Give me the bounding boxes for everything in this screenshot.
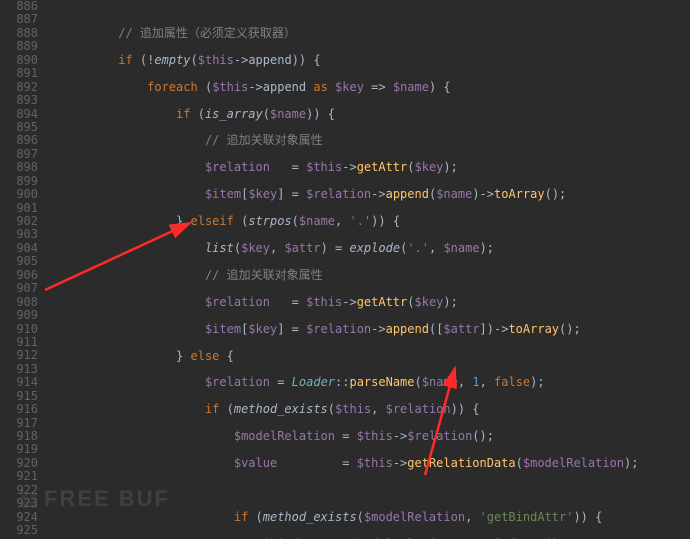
line-number: 892 [4, 81, 38, 94]
line-number: 901 [4, 202, 38, 215]
line-number: 911 [4, 336, 38, 349]
line-number: 919 [4, 443, 38, 456]
line-number: 917 [4, 417, 38, 430]
line-number: 925 [4, 524, 38, 537]
line-number: 899 [4, 175, 38, 188]
line-number: 896 [4, 134, 38, 147]
line-number: 897 [4, 148, 38, 161]
line-number: 908 [4, 296, 38, 309]
line-number: 916 [4, 403, 38, 416]
line-number: 915 [4, 390, 38, 403]
line-number: 898 [4, 161, 38, 174]
line-number: 914 [4, 376, 38, 389]
line-number: 909 [4, 309, 38, 322]
comment: // 追加属性（必须定义获取器） [118, 26, 296, 40]
line-number: 889 [4, 40, 38, 53]
line-number: 894 [4, 108, 38, 121]
line-number: 895 [4, 121, 38, 134]
comment: // 追加关联对象属性 [205, 133, 323, 147]
line-number: 902 [4, 215, 38, 228]
line-number: 921 [4, 470, 38, 483]
line-number: 923 [4, 497, 38, 510]
line-number: 888 [4, 27, 38, 40]
line-number: 890 [4, 54, 38, 67]
line-number: 893 [4, 94, 38, 107]
line-number-gutter: 8868878888898908918928938948958968978988… [0, 0, 46, 539]
comment: // 追加关联对象属性 [205, 268, 323, 282]
line-number: 912 [4, 349, 38, 362]
line-number: 906 [4, 269, 38, 282]
line-number: 918 [4, 430, 38, 443]
line-number: 913 [4, 363, 38, 376]
code-area[interactable]: // 追加属性（必须定义获取器） if (!empty($this->appen… [46, 0, 690, 539]
line-number: 900 [4, 188, 38, 201]
line-number: 887 [4, 13, 38, 26]
line-number: 907 [4, 282, 38, 295]
code-editor[interactable]: 8868878888898908918928938948958968978988… [0, 0, 690, 539]
line-number: 924 [4, 511, 38, 524]
line-number: 891 [4, 67, 38, 80]
line-number: 922 [4, 484, 38, 497]
line-number: 903 [4, 228, 38, 241]
line-number: 905 [4, 255, 38, 268]
line-number: 886 [4, 0, 38, 13]
line-number: 920 [4, 457, 38, 470]
line-number: 904 [4, 242, 38, 255]
line-number: 910 [4, 323, 38, 336]
